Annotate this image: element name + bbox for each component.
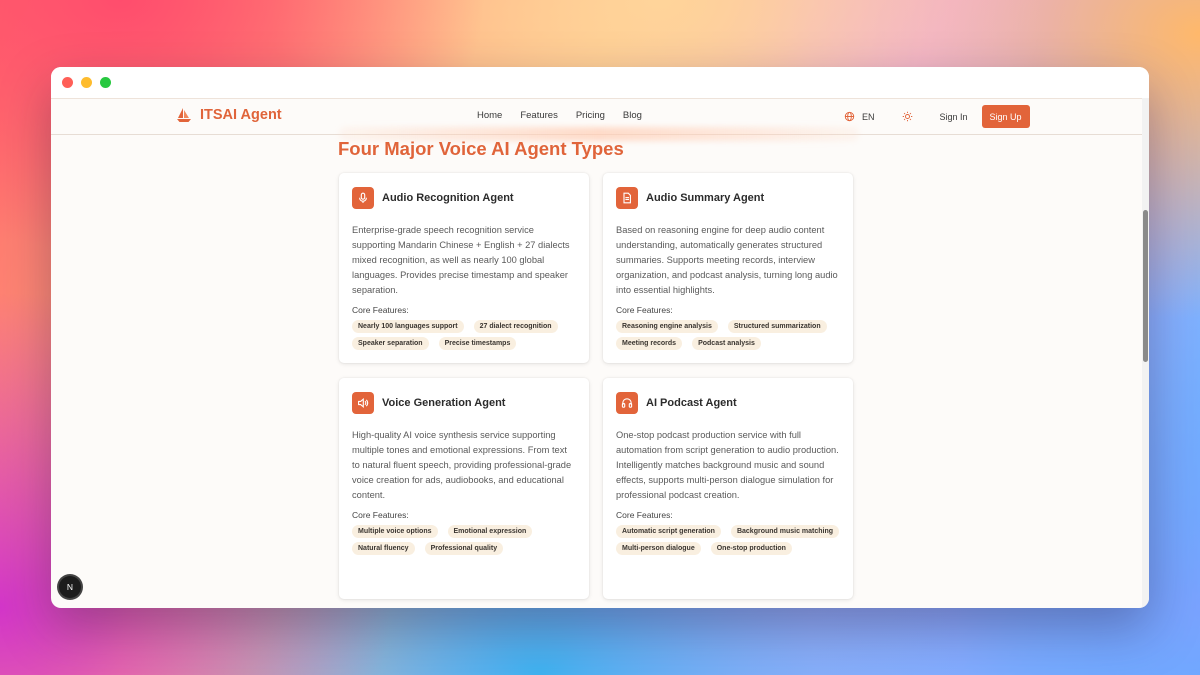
microphone-icon (352, 187, 374, 209)
globe-icon[interactable] (844, 111, 855, 122)
brand-link[interactable]: ITSAI Agent (176, 107, 282, 123)
nav-link-home[interactable]: Home (477, 110, 502, 121)
feature-tags: Multiple voice options Emotional express… (352, 525, 576, 555)
card-title: Audio Recognition Agent (382, 192, 514, 204)
speaker-icon (352, 392, 374, 414)
main-nav: Home Features Pricing Blog (477, 110, 642, 121)
feature-tag: Speaker separation (352, 337, 429, 350)
feature-tag: Structured summarization (727, 320, 827, 333)
card-title: AI Podcast Agent (646, 397, 737, 409)
feature-tag: Meeting records (616, 337, 683, 350)
card-description: Based on reasoning engine for deep audio… (616, 225, 838, 295)
feature-tag: Natural fluency (352, 542, 415, 555)
nextjs-dev-badge[interactable]: N (59, 576, 81, 598)
core-features-label: Core Features: (616, 510, 673, 520)
agent-card-ai-podcast: AI Podcast Agent One-stop podcast produc… (603, 378, 853, 599)
feature-tag: Automatic script generation (616, 525, 721, 538)
feature-tag: Nearly 100 languages support (352, 320, 464, 333)
nav-actions: EN Sign In Sign Up (844, 105, 1030, 128)
nav-link-pricing[interactable]: Pricing (576, 110, 605, 121)
feature-tag: Background music matching (730, 525, 840, 538)
card-title: Voice Generation Agent (382, 397, 506, 409)
close-window-button[interactable] (62, 77, 73, 88)
window-titlebar (51, 67, 1149, 98)
feature-tag: Reasoning engine analysis (616, 320, 718, 333)
sailboat-logo-icon (177, 108, 191, 122)
feature-tag: One-stop production (710, 542, 792, 555)
brand-name: ITSAI Agent (200, 107, 282, 123)
agent-card-voice-generation: Voice Generation Agent High-quality AI v… (339, 378, 589, 599)
headphones-icon (616, 392, 638, 414)
feature-tag: Emotional expression (447, 525, 533, 538)
core-features-label: Core Features: (352, 510, 409, 520)
language-selector[interactable]: EN (862, 112, 875, 122)
nav-link-features[interactable]: Features (520, 110, 558, 121)
top-navbar: ITSAI Agent Home Features Pricing Blog E… (51, 98, 1149, 141)
feature-tag: Precise timestamps (438, 337, 517, 350)
browser-window: ITSAI Agent Home Features Pricing Blog E… (51, 67, 1149, 608)
card-description: High-quality AI voice synthesis service … (352, 430, 572, 500)
feature-tag: Multiple voice options (352, 525, 438, 538)
page-scrollbar[interactable] (1142, 98, 1149, 608)
feature-tag: 27 dialect recognition (473, 320, 558, 333)
card-title: Audio Summary Agent (646, 192, 765, 204)
feature-tags: Reasoning engine analysis Structured sum… (616, 320, 840, 350)
nav-link-blog[interactable]: Blog (623, 110, 642, 121)
maximize-window-button[interactable] (100, 77, 111, 88)
document-icon (616, 187, 638, 209)
card-description: One-stop podcast production service with… (616, 430, 839, 500)
card-description: Enterprise-grade speech recognition serv… (352, 225, 570, 295)
core-features-label: Core Features: (352, 305, 409, 315)
sign-up-button[interactable]: Sign Up (981, 105, 1030, 128)
main-content: Four Major Voice AI Agent Types Audio Re… (51, 136, 1149, 608)
feature-tags: Automatic script generation Background m… (616, 525, 840, 555)
feature-tag: Podcast analysis (692, 337, 761, 350)
agent-card-audio-recognition: Audio Recognition Agent Enterprise-grade… (339, 173, 589, 363)
feature-tag: Professional quality (424, 542, 504, 555)
scrollbar-thumb[interactable] (1143, 210, 1148, 362)
minimize-window-button[interactable] (81, 77, 92, 88)
feature-tags: Nearly 100 languages support 27 dialect … (352, 320, 576, 350)
core-features-label: Core Features: (616, 305, 673, 315)
sun-icon[interactable] (902, 111, 913, 122)
section-title: Four Major Voice AI Agent Types (338, 138, 624, 159)
feature-tag: Multi-person dialogue (616, 542, 701, 555)
sign-in-link[interactable]: Sign In (940, 112, 968, 122)
agent-card-audio-summary: Audio Summary Agent Based on reasoning e… (603, 173, 853, 363)
